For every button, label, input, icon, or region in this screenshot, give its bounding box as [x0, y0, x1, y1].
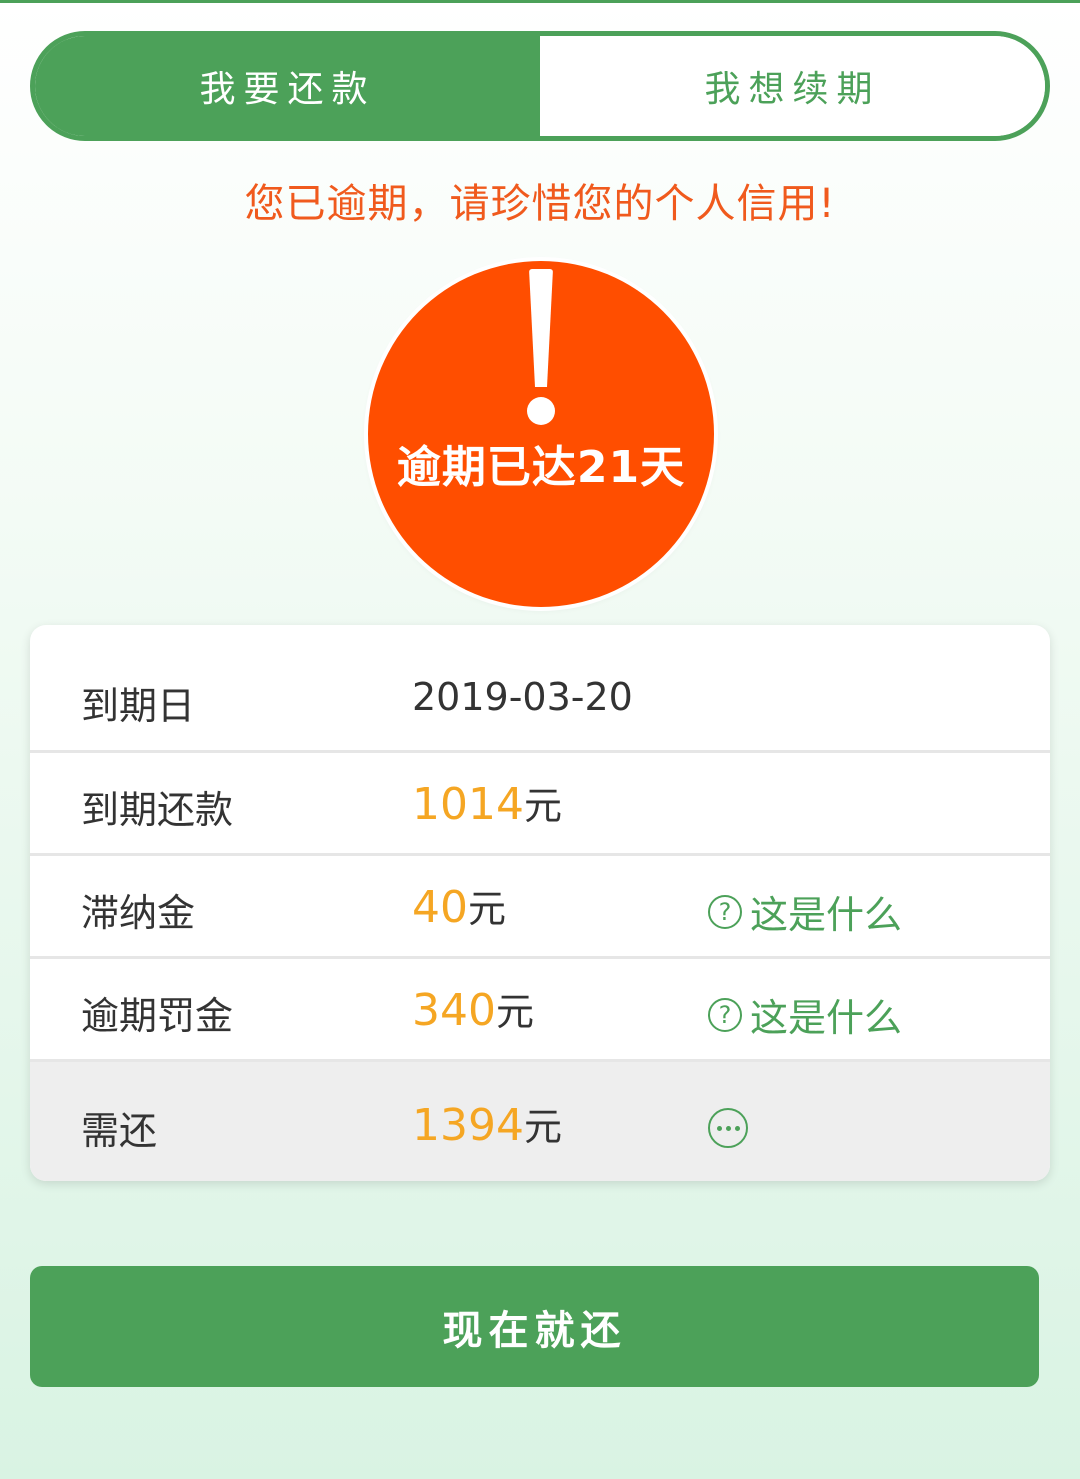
more-dots-icon[interactable] [708, 1108, 748, 1148]
due-repayment-row: 到期还款 1014元 [30, 753, 1050, 856]
penalty-help-link[interactable]: ? 这是什么 [708, 987, 902, 1042]
total-due-unit: 元 [523, 1105, 562, 1149]
due-repayment-label: 到期还款 [81, 788, 234, 832]
repayment-details-card: 到期日 2019-03-20 到期还款 1014元 滞纳金 40元 ? 这是什么… [30, 625, 1050, 1181]
late-fee-unit: 元 [468, 887, 507, 931]
late-fee-amount: 40 [412, 882, 468, 933]
tab-renew[interactable]: 我想续期 [540, 36, 1045, 136]
penalty-amount: 340 [412, 985, 496, 1036]
overdue-warning-text: 您已逾期，请珍惜您的个人信用! [244, 181, 836, 227]
question-circle-icon: ? [708, 997, 742, 1032]
overdue-days-text: 逾期已达21天 [396, 442, 686, 493]
question-circle-icon: ? [708, 894, 742, 929]
penalty-help-text: 这是什么 [750, 996, 903, 1040]
due-date-label: 到期日 [81, 684, 196, 728]
total-due-row: 需还 1394元 [30, 1062, 1050, 1181]
penalty-row: 逾期罚金 340元 ? 这是什么 [30, 959, 1050, 1062]
due-repayment-value: 1014元 [412, 775, 562, 830]
due-date-value: 2019-03-20 [412, 675, 633, 719]
late-fee-help-text: 这是什么 [750, 893, 903, 937]
total-due-label: 需还 [81, 1109, 158, 1153]
total-due-value: 1394元 [412, 1096, 562, 1151]
due-repayment-amount: 1014 [412, 779, 524, 830]
late-fee-value: 40元 [412, 878, 506, 933]
total-due-amount: 1394 [412, 1100, 524, 1151]
due-date-row: 到期日 2019-03-20 [30, 625, 1050, 753]
tab-repay[interactable]: 我要还款 [35, 36, 540, 136]
penalty-unit: 元 [495, 990, 534, 1034]
penalty-label: 逾期罚金 [81, 994, 234, 1038]
penalty-value: 340元 [412, 981, 534, 1036]
overdue-badge: 逾期已达21天 [368, 261, 714, 607]
late-fee-label: 滞纳金 [81, 891, 196, 935]
due-repayment-unit: 元 [523, 784, 562, 828]
late-fee-row: 滞纳金 40元 ? 这是什么 [30, 856, 1050, 959]
repay-renew-tabs: 我要还款 我想续期 [30, 31, 1050, 141]
late-fee-help-link[interactable]: ? 这是什么 [708, 884, 902, 939]
pay-now-button[interactable]: 现在就还 [30, 1266, 1039, 1387]
